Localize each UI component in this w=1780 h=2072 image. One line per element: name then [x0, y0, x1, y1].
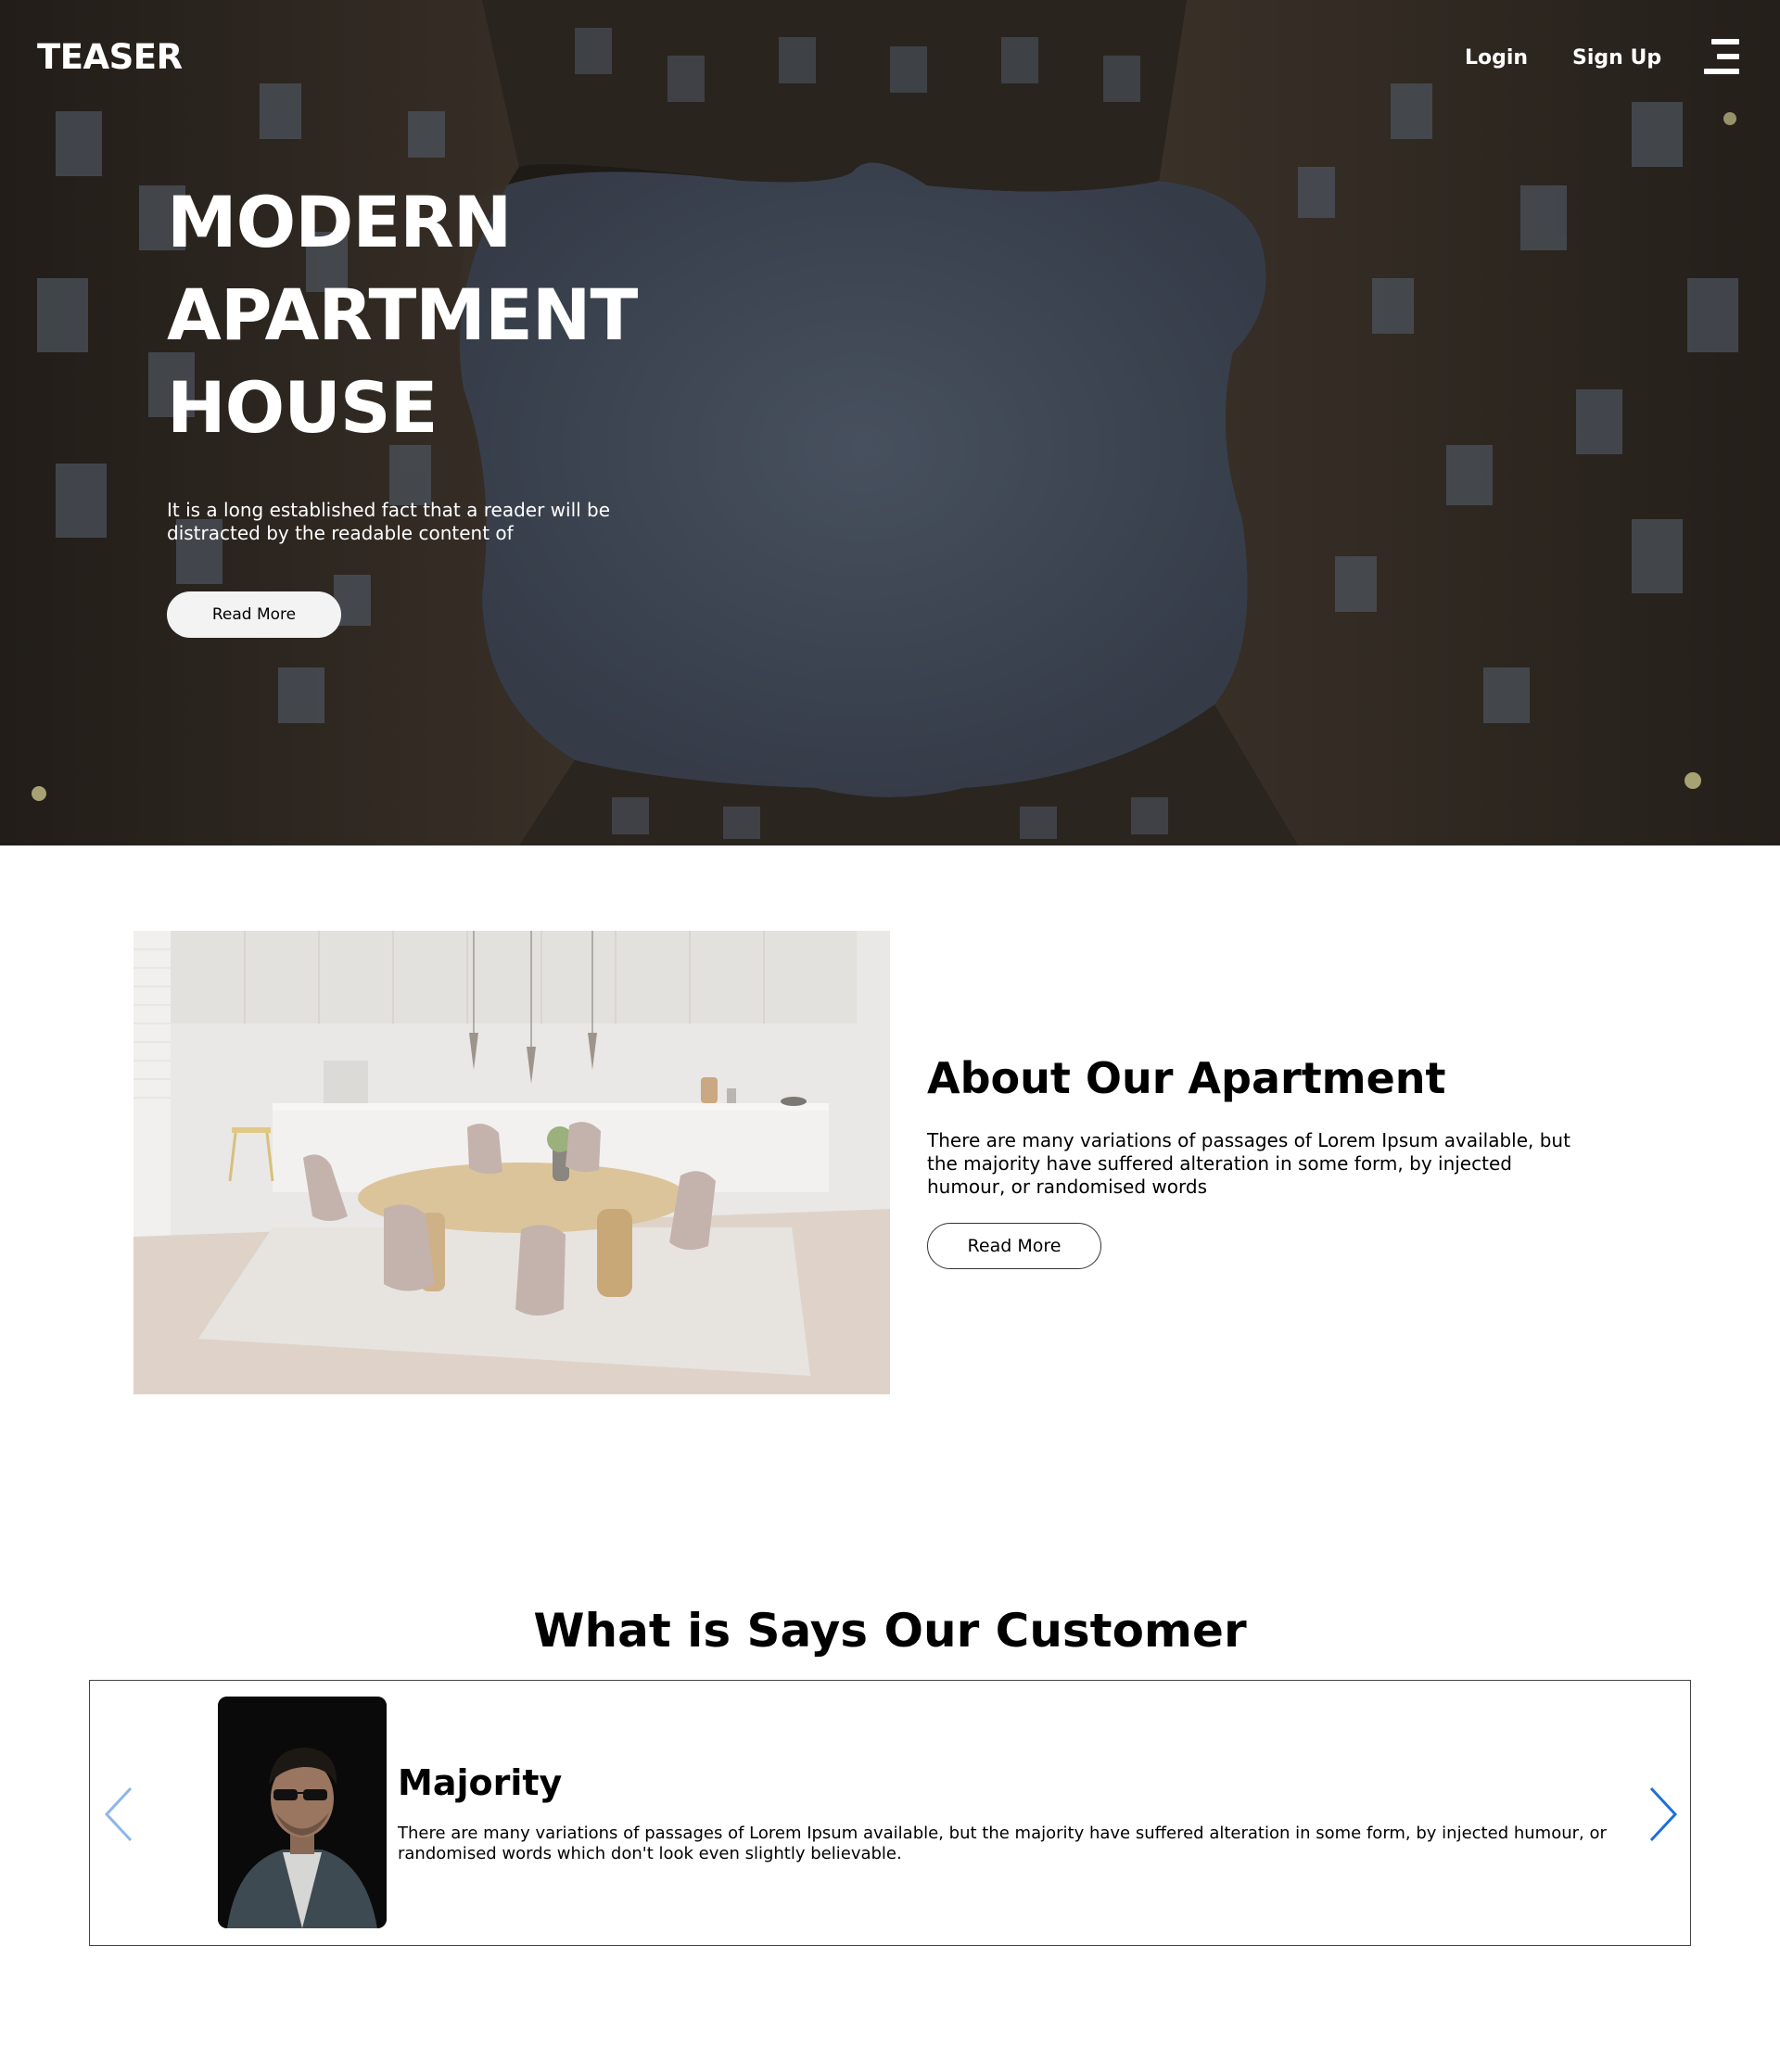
chevron-left-icon[interactable]: [101, 1785, 138, 1844]
dining-room-illustration: [134, 931, 890, 1394]
site-logo[interactable]: TEASER: [37, 37, 183, 77]
hero-title-line: APARTMENT: [167, 273, 638, 356]
testimonial-carousel: Majority There are many variations of pa…: [89, 1680, 1691, 1946]
testimonial-text: There are many variations of passages of…: [398, 1824, 1607, 1863]
hero-title-line: MODERN: [167, 181, 512, 263]
hero-read-more-button[interactable]: Read More: [167, 591, 341, 638]
menu-bar: [1704, 69, 1739, 74]
hero-section: TEASER Login Sign Up MODERN APARTMENT HO…: [0, 0, 1780, 845]
hero-title-line: HOUSE: [167, 366, 439, 449]
hamburger-menu-icon[interactable]: [1704, 39, 1739, 76]
about-title: About Our Apartment: [927, 1053, 1446, 1103]
hero-description: It is a long established fact that a rea…: [167, 499, 611, 544]
customer-avatar: [218, 1697, 387, 1928]
testimonials-heading: What is Says Our Customer: [533, 1604, 1247, 1658]
about-description: There are many variations of passages of…: [927, 1129, 1570, 1198]
signup-link[interactable]: Sign Up: [1572, 46, 1661, 70]
apartment-dining-image: [134, 931, 890, 1394]
menu-bar: [1711, 39, 1739, 44]
testimonial-name: Majority: [398, 1762, 563, 1803]
login-link[interactable]: Login: [1465, 46, 1528, 70]
hero-title: MODERN APARTMENT HOUSE: [167, 176, 686, 454]
menu-bar: [1717, 54, 1739, 59]
about-read-more-button[interactable]: Read More: [927, 1223, 1101, 1269]
chevron-right-icon[interactable]: [1644, 1785, 1681, 1844]
